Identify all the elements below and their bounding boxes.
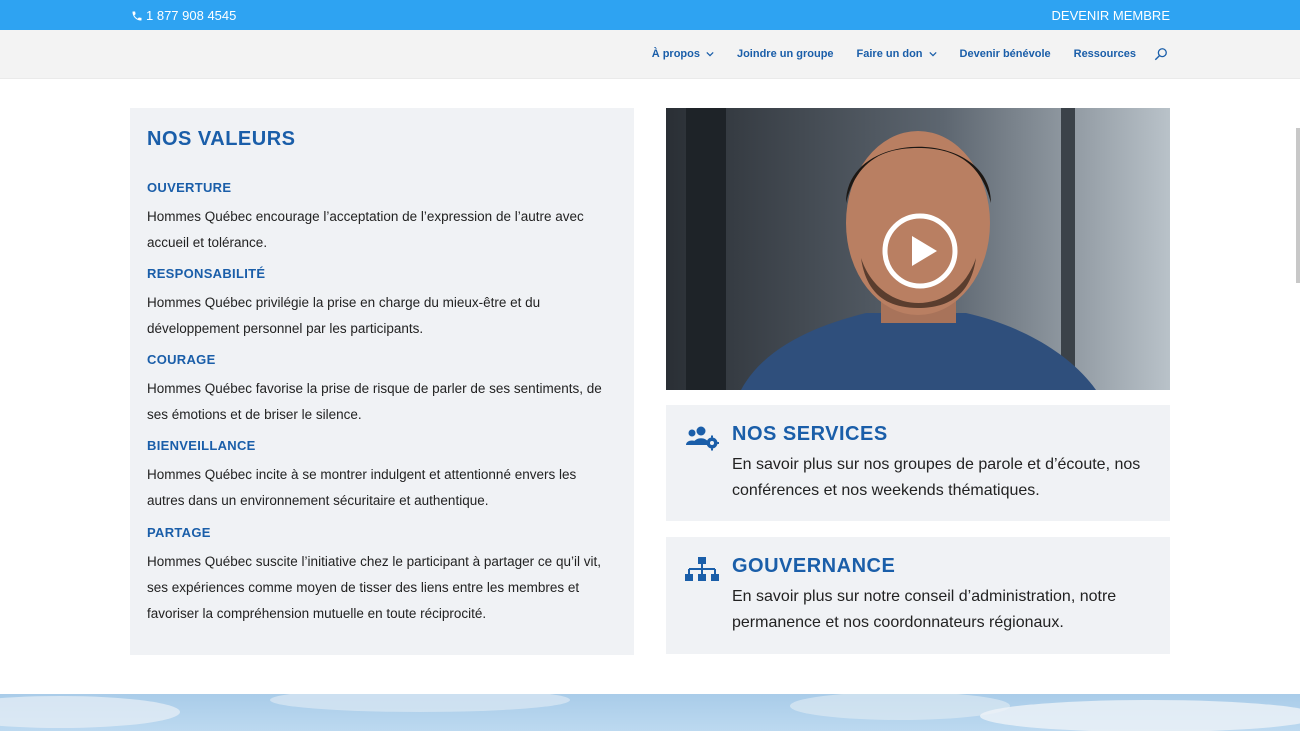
governance-card[interactable]: GOUVERNANCE En savoir plus sur notre con… (666, 537, 1170, 654)
phone-contact[interactable]: 1 877 908 4545 (131, 8, 236, 23)
search-icon[interactable] (1154, 47, 1168, 61)
value-title: PARTAGE (147, 525, 211, 540)
nav-item-label: Faire un don (856, 48, 923, 60)
phone-number: 1 877 908 4545 (146, 8, 237, 23)
nav-item-devenir-benevole[interactable]: Devenir bénévole (960, 48, 1051, 60)
value-item-bienveillance: BIENVEILLANCE Hommes Québec incite à se … (147, 438, 612, 514)
main-navigation: À propos Joindre un groupe Faire un don … (0, 30, 1300, 79)
scrollbar[interactable] (1296, 128, 1300, 283)
nav-menu: À propos Joindre un groupe Faire un don … (652, 30, 1168, 78)
top-bar: 1 877 908 4545 DEVENIR MEMBRE (0, 0, 1300, 30)
value-item-courage: COURAGE Hommes Québec favorise la prise … (147, 352, 612, 428)
value-description: Hommes Québec incite à se montrer indulg… (147, 467, 577, 508)
play-icon[interactable] (881, 212, 959, 290)
video-player[interactable] (666, 108, 1170, 390)
nav-item-label: Devenir bénévole (959, 48, 1051, 60)
nav-item-label: Ressources (1073, 48, 1136, 60)
governance-title: GOUVERNANCE (732, 555, 896, 577)
value-item-responsabilite: RESPONSABILITÉ Hommes Québec privilégie … (147, 266, 612, 342)
services-card[interactable]: NOS SERVICES En savoir plus sur nos grou… (666, 405, 1170, 521)
governance-description: En savoir plus sur notre conseil d’admin… (732, 588, 1117, 631)
nav-item-label: À propos (651, 48, 700, 60)
value-title: RESPONSABILITÉ (147, 266, 266, 281)
value-item-ouverture: OUVERTURE Hommes Québec encourage l’acce… (147, 180, 612, 256)
value-description: Hommes Québec encourage l’acceptation de… (147, 209, 584, 250)
phone-icon (132, 11, 142, 20)
nav-item-ressources[interactable]: Ressources (1074, 48, 1136, 60)
value-title: COURAGE (147, 352, 216, 367)
value-description: Hommes Québec suscite l’initiative chez … (147, 554, 601, 621)
services-title: NOS SERVICES (732, 423, 888, 445)
users-cog-icon (686, 426, 719, 451)
cloud-background (0, 694, 1300, 731)
sky-banner-image (0, 694, 1300, 731)
chevron-down-icon (706, 51, 714, 57)
value-description: Hommes Québec favorise la prise de risqu… (147, 381, 602, 422)
become-member-link[interactable]: DEVENIR MEMBRE (1052, 8, 1170, 23)
value-item-partage: PARTAGE Hommes Québec suscite l’initiati… (147, 525, 612, 627)
values-title: NOS VALEURS (147, 128, 296, 150)
value-description: Hommes Québec privilégie la prise en cha… (147, 295, 541, 336)
values-panel: NOS VALEURS OUVERTURE Hommes Québec enco… (130, 108, 634, 655)
nav-item-faire-un-don[interactable]: Faire un don (857, 48, 937, 60)
nav-item-a-propos[interactable]: À propos (652, 48, 714, 60)
nav-item-label: Joindre un groupe (736, 48, 834, 60)
value-title: BIENVEILLANCE (147, 438, 256, 453)
value-title: OUVERTURE (147, 180, 232, 195)
services-description: En savoir plus sur nos groupes de parole… (732, 456, 1141, 499)
chevron-down-icon (928, 51, 937, 57)
sitemap-icon (685, 557, 719, 581)
nav-item-joindre-un-groupe[interactable]: Joindre un groupe (737, 48, 834, 60)
